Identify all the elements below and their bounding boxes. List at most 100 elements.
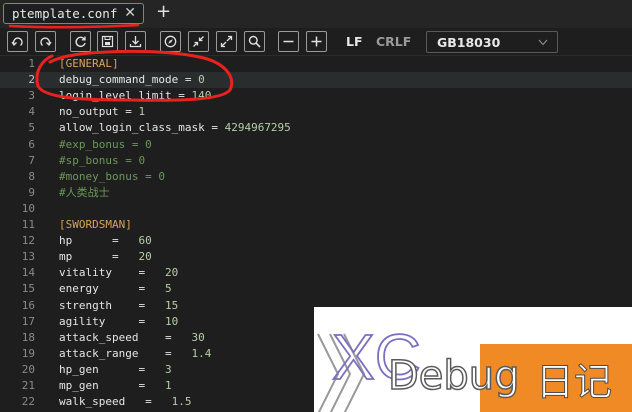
- assign-operator: =: [98, 379, 165, 392]
- code-line[interactable]: 13 mp = 20: [0, 249, 632, 265]
- config-value: 1.4: [191, 346, 212, 360]
- line-content: strength = 15: [59, 298, 178, 314]
- assign-operator: =: [171, 89, 192, 103]
- code-line[interactable]: 12 hp = 60: [0, 233, 632, 249]
- line-content: mp = 20: [59, 249, 152, 265]
- assign-operator: =: [204, 121, 225, 135]
- reload-icon[interactable]: [70, 31, 91, 52]
- code-line[interactable]: 21 mp_gen = 1: [0, 378, 632, 394]
- assign-operator: =: [72, 234, 139, 248]
- file-tab-label: ptemplate.conf: [12, 6, 118, 21]
- assign-operator: =: [111, 266, 165, 280]
- line-content: #money_bonus = 0: [59, 169, 165, 185]
- line-ending-lf[interactable]: LF: [346, 34, 363, 49]
- config-key: hp: [59, 234, 73, 248]
- tab-bar: ptemplate.conf ✕ +: [0, 0, 632, 28]
- assign-operator: =: [118, 105, 139, 119]
- line-content: #人类战士: [59, 185, 110, 201]
- code-line[interactable]: 2 debug_command_mode = 0: [0, 72, 632, 89]
- config-key: debug_command_mode: [59, 73, 179, 87]
- code-line[interactable]: 14 vitality = 20: [0, 265, 632, 281]
- config-key: no_output: [59, 105, 119, 119]
- undo-icon[interactable]: [7, 31, 28, 52]
- code-line[interactable]: 6 #exp_bonus = 0: [0, 137, 632, 153]
- assign-operator: =: [125, 395, 172, 409]
- config-key: agility: [59, 314, 106, 328]
- redo-icon[interactable]: [35, 31, 56, 52]
- line-number: 8: [28, 169, 35, 183]
- code-line[interactable]: 19 attack_range = 1.4: [0, 346, 632, 362]
- code-line[interactable]: 4 no_output = 1: [0, 104, 632, 120]
- config-value: 10: [164, 314, 179, 328]
- line-ending-crlf[interactable]: CRLF: [376, 34, 411, 49]
- comment-text: #money_bonus = 0: [59, 169, 165, 183]
- assign-operator: =: [72, 250, 139, 264]
- download-icon[interactable]: [125, 31, 146, 52]
- close-icon[interactable]: ✕: [124, 5, 136, 21]
- code-line[interactable]: 17 agility = 10: [0, 314, 632, 330]
- code-line[interactable]: 3 login_level_limit = 140: [0, 88, 632, 104]
- code-line[interactable]: 22 walk_speed = 1.5: [0, 394, 632, 410]
- line-number: 12: [21, 234, 35, 248]
- code-editor[interactable]: 1 [GENERAL] 2 debug_command_mode = 0 3 login_…: [0, 56, 632, 412]
- config-value: 30: [191, 330, 205, 344]
- code-line[interactable]: 1 [GENERAL]: [0, 56, 632, 72]
- code-line[interactable]: 8 #money_bonus = 0: [0, 169, 632, 185]
- collapse-icon[interactable]: [188, 31, 209, 52]
- assign-operator: =: [138, 330, 192, 344]
- config-value: 1: [164, 379, 172, 392]
- line-content: [SWORDSMAN]: [59, 217, 132, 233]
- encoding-select[interactable]: GB18030: [426, 31, 558, 53]
- config-value: 140: [191, 89, 212, 103]
- config-key: vitality: [59, 266, 112, 280]
- line-content: mp_gen = 1: [59, 378, 172, 394]
- section-header: [GENERAL]: [59, 57, 119, 70]
- line-number: 6: [28, 137, 35, 151]
- line-content: energy = 5: [59, 281, 172, 297]
- config-value: 20: [164, 266, 179, 280]
- code-line[interactable]: 10: [0, 201, 632, 217]
- assign-operator: =: [105, 314, 165, 328]
- code-line[interactable]: 20 hp_gen = 3: [0, 362, 632, 378]
- code-line[interactable]: 11 [SWORDSMAN]: [0, 217, 632, 233]
- file-tab[interactable]: ptemplate.conf ✕: [3, 3, 144, 24]
- line-number: 5: [28, 121, 35, 135]
- zoom-in-icon[interactable]: [306, 31, 327, 52]
- code-line[interactable]: 15 energy = 5: [0, 281, 632, 297]
- line-number: 19: [21, 346, 35, 360]
- config-key: attack_speed: [59, 330, 139, 344]
- encoding-value: GB18030: [437, 35, 501, 50]
- save-icon[interactable]: [97, 31, 118, 52]
- expand-icon[interactable]: [216, 31, 237, 52]
- comment-text: #exp_bonus = 0: [59, 137, 152, 151]
- chevron-down-icon: [538, 39, 548, 46]
- search-icon[interactable]: [244, 31, 265, 52]
- line-number: 20: [21, 362, 35, 376]
- line-number: 7: [28, 153, 35, 167]
- line-content: walk_speed = 1.5: [59, 394, 191, 410]
- assign-operator: =: [178, 73, 199, 87]
- line-number: 18: [21, 330, 35, 344]
- assign-operator: =: [111, 298, 165, 312]
- config-value: 15: [164, 298, 179, 312]
- line-number: 16: [21, 298, 35, 312]
- line-content: allow_login_class_mask = 4294967295: [59, 120, 291, 136]
- new-tab-plus-icon[interactable]: +: [156, 1, 171, 22]
- zoom-out-icon[interactable]: [278, 31, 299, 52]
- code-line[interactable]: 16 strength = 15: [0, 298, 632, 314]
- line-number: 21: [21, 379, 35, 392]
- line-number: 14: [21, 266, 35, 280]
- config-value: 1.5: [171, 395, 192, 409]
- line-number: 3: [28, 89, 35, 103]
- config-value: 60: [138, 234, 152, 248]
- line-content: hp_gen = 3: [59, 362, 172, 378]
- code-line[interactable]: 9 #人类战士: [0, 185, 632, 201]
- code-line[interactable]: 5 allow_login_class_mask = 4294967295: [0, 120, 632, 136]
- line-content: vitality = 20: [59, 265, 178, 281]
- line-content: agility = 10: [59, 314, 178, 330]
- config-key: strength: [59, 298, 112, 312]
- code-line[interactable]: 7 #sp_bonus = 0: [0, 153, 632, 169]
- compass-icon[interactable]: [160, 31, 181, 52]
- line-number: 17: [21, 314, 35, 328]
- code-line[interactable]: 18 attack_speed = 30: [0, 330, 632, 346]
